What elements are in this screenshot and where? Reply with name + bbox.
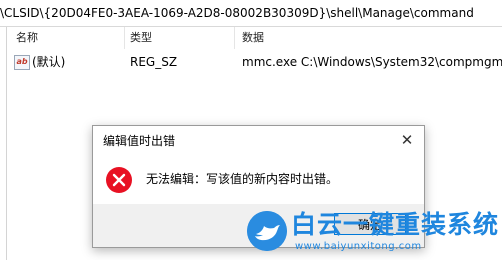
- value-type: REG_SZ: [130, 55, 178, 69]
- dialog-message: 无法编辑：写该值的新内容时出错。: [146, 172, 339, 186]
- watermark-url: www.baiyunxitong.com: [295, 241, 422, 252]
- column-header-name[interactable]: 名称: [16, 27, 38, 49]
- dialog-title: 编辑值时出错: [103, 134, 176, 148]
- key-tree-pane[interactable]: [0, 27, 7, 260]
- column-header-data[interactable]: 数据: [242, 27, 264, 49]
- list-item[interactable]: ab (默认) REG_SZ mmc.exe C:\Windows\System…: [8, 52, 502, 72]
- bird-logo-icon: [247, 211, 287, 251]
- watermark-name: 白云一键重装系统: [291, 210, 500, 239]
- watermark-logo: 白云一键重装系统 www.baiyunxitong.com: [247, 209, 500, 257]
- string-value-icon: ab: [14, 55, 30, 70]
- address-bar[interactable]: \CLSID\{20D04FE0-3AEA-1069-A2D8-08002B30…: [0, 0, 502, 27]
- column-divider[interactable]: [234, 27, 235, 49]
- column-header-type[interactable]: 类型: [130, 27, 152, 49]
- list-header: 名称 类型 数据: [8, 27, 502, 49]
- column-divider[interactable]: [124, 27, 125, 49]
- value-data: mmc.exe C:\Windows\System32\compmgmt....: [242, 55, 502, 69]
- dialog-body: 无法编辑：写该值的新内容时出错。: [93, 154, 424, 204]
- address-path: \CLSID\{20D04FE0-3AEA-1069-A2D8-08002B30…: [0, 6, 474, 20]
- value-name: (默认): [32, 55, 66, 69]
- error-x-icon: [106, 167, 132, 193]
- close-icon[interactable]: ✕: [396, 129, 418, 151]
